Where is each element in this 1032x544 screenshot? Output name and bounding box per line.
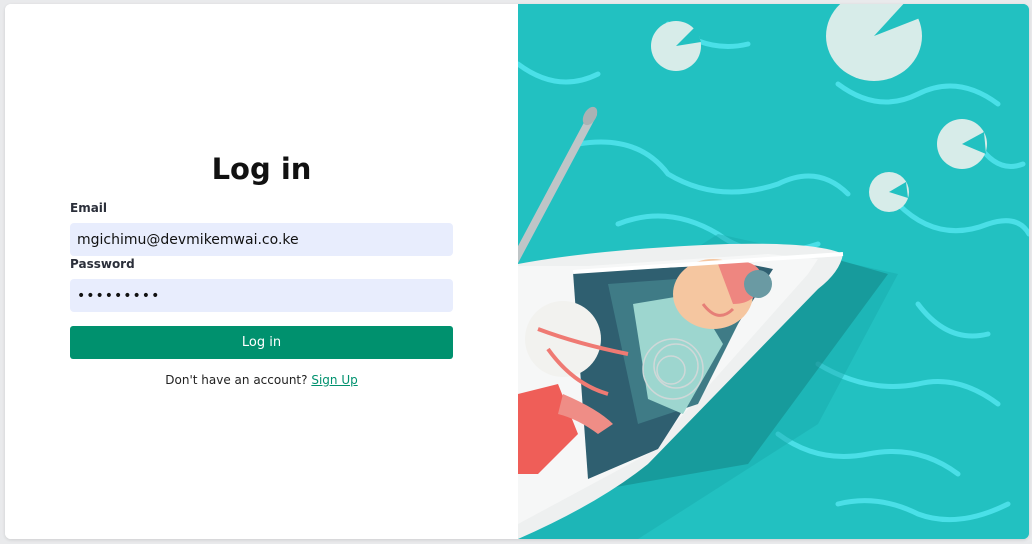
password-field[interactable]: [70, 279, 453, 312]
email-field[interactable]: [70, 223, 453, 256]
password-label: Password: [70, 257, 135, 271]
signup-prompt-row: Don't have an account? Sign Up: [5, 373, 518, 387]
login-form-panel: Log in Email Password Log in Don't have …: [5, 4, 518, 539]
signup-link[interactable]: Sign Up: [311, 373, 357, 387]
login-card: Log in Email Password Log in Don't have …: [5, 4, 1029, 539]
page-title: Log in: [211, 152, 312, 186]
login-button[interactable]: Log in: [70, 326, 453, 359]
boat-illustration: [518, 4, 1029, 539]
email-label: Email: [70, 201, 108, 215]
boat-on-water-illustration-icon: [518, 4, 1029, 539]
signup-prompt-text: Don't have an account?: [165, 373, 308, 387]
